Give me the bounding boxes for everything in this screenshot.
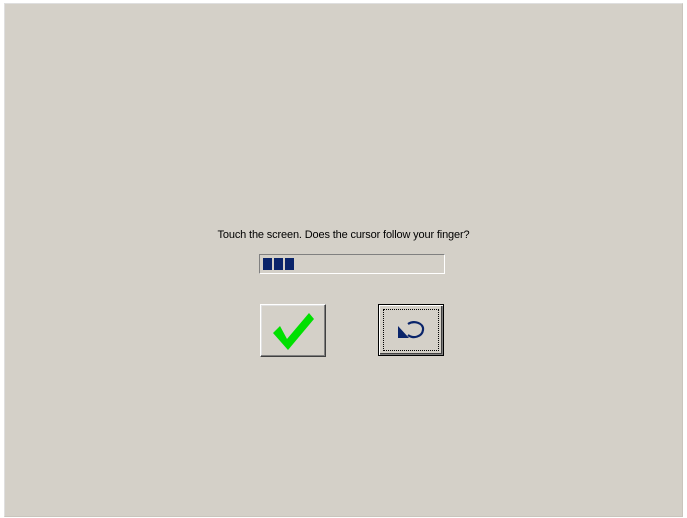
progress-segment xyxy=(285,258,294,270)
prompt-text: Touch the screen. Does the cursor follow… xyxy=(217,229,470,241)
progress-fill xyxy=(263,258,294,270)
back-button[interactable] xyxy=(378,304,444,356)
progress-segment xyxy=(263,258,272,270)
dialog-window: Touch the screen. Does the cursor follow… xyxy=(4,3,683,517)
confirm-button[interactable] xyxy=(260,304,326,357)
undo-arrow-icon xyxy=(394,318,428,342)
progress-segment xyxy=(274,258,283,270)
progress-bar xyxy=(259,254,445,274)
checkmark-icon xyxy=(270,309,316,353)
